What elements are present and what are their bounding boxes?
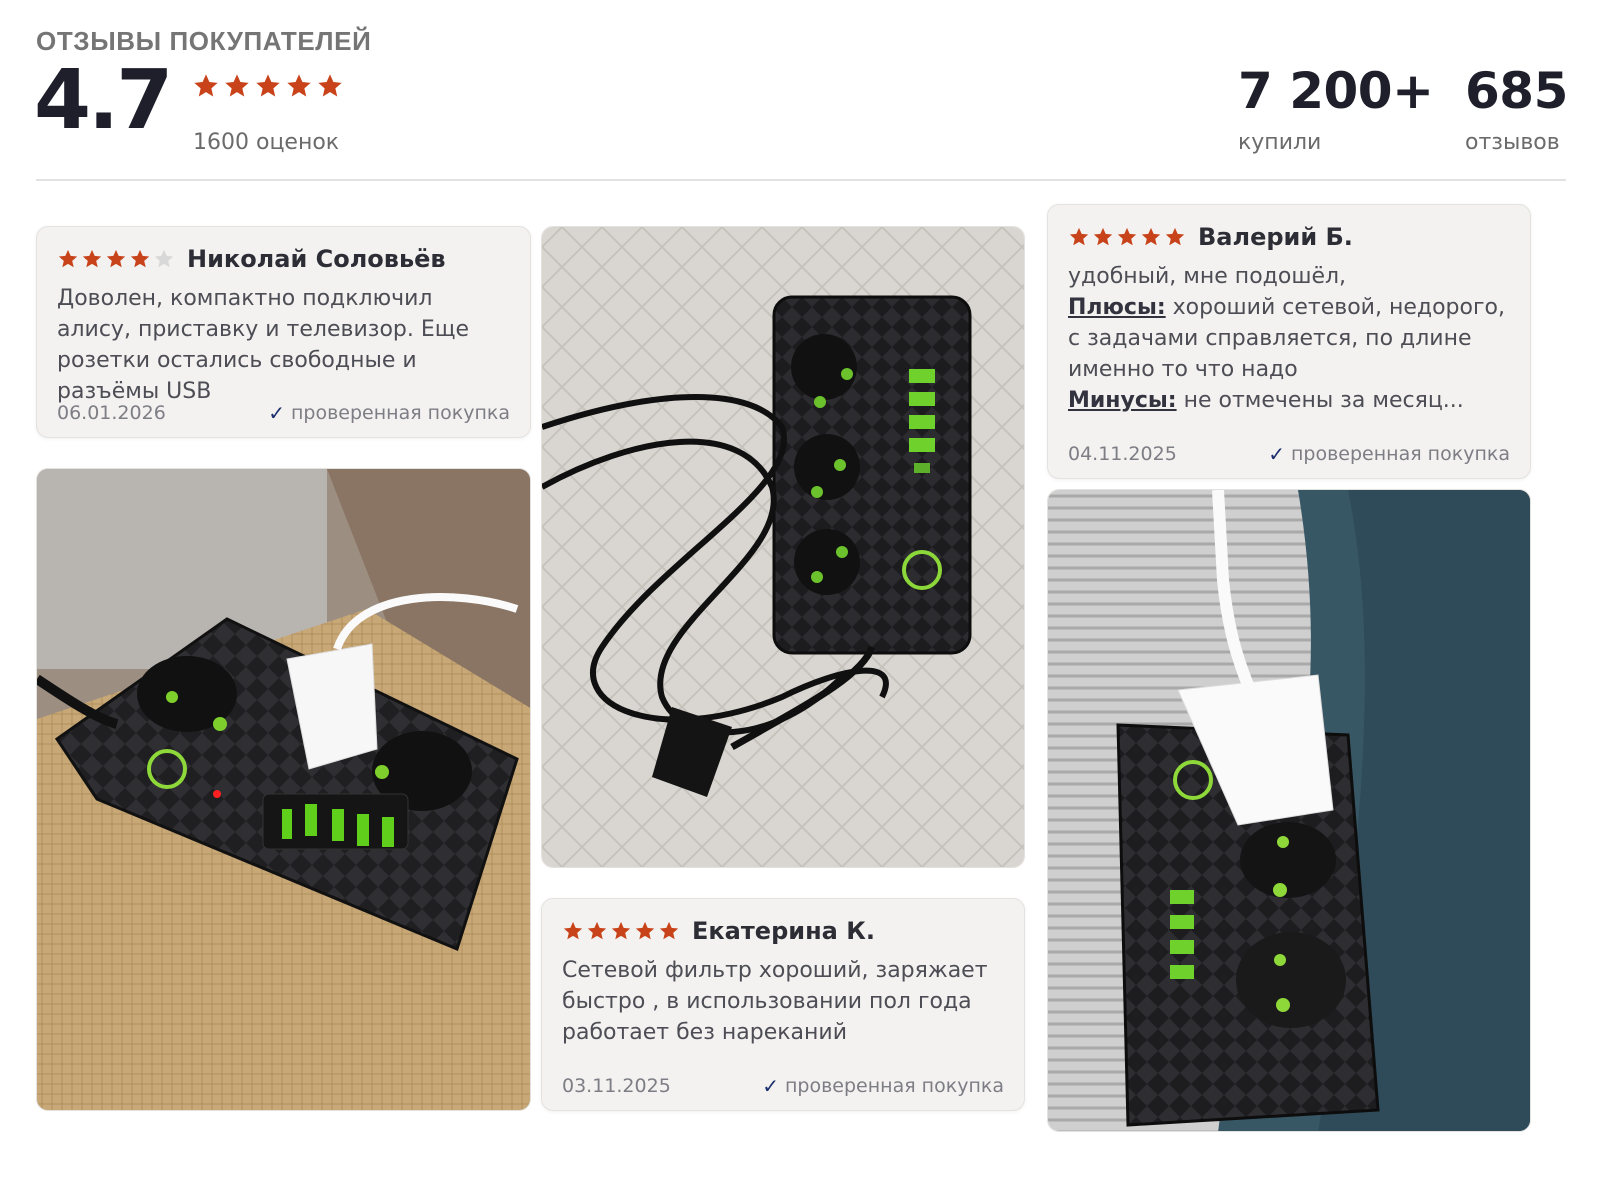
bought-value: 7 200+ — [1238, 62, 1434, 120]
reviews-label: отзывов — [1465, 130, 1560, 155]
average-rating: 4.7 — [34, 53, 173, 148]
review-header: Екатерина К. — [562, 917, 875, 945]
cons-label: Минусы: — [1068, 388, 1177, 413]
review-text: Сетевой фильтр хороший, заряжает быстро … — [562, 958, 988, 1045]
star-filled-icon — [563, 921, 583, 940]
star-icon — [318, 74, 342, 97]
cons-text: не отмечены за месяц... — [1176, 388, 1464, 413]
power-strip-photo-3-icon — [1048, 490, 1530, 1131]
header-divider — [36, 179, 1566, 181]
review-text: Доволен, компактно подключил алису, прис… — [57, 286, 470, 404]
review-photo-2[interactable] — [541, 226, 1025, 868]
reviewer-name: Валерий Б. — [1198, 223, 1353, 251]
check-icon: ✓ — [268, 401, 285, 425]
bought-stat: 7 200+ купили — [1238, 62, 1434, 155]
ratings-count[interactable]: 1600 оценок — [193, 130, 339, 155]
verified-label: проверенная покупка — [290, 402, 510, 424]
review-card-ekaterina[interactable]: Екатерина К. Сетевой фильтр хороший, зар… — [541, 898, 1025, 1111]
verified-purchase: ✓ проверенная покупка — [762, 1074, 1004, 1098]
star-filled-icon — [82, 249, 102, 268]
star-filled-icon — [1117, 227, 1137, 246]
review-date: 03.11.2025 — [562, 1075, 671, 1097]
review-text: удобный, мне подошёл, Плюсы: хороший сет… — [1068, 261, 1512, 416]
check-icon: ✓ — [1268, 442, 1285, 466]
pros-label: Плюсы: — [1068, 295, 1166, 320]
star-filled-icon — [106, 249, 126, 268]
star-filled-icon — [130, 249, 150, 268]
bought-label: купили — [1238, 130, 1322, 155]
star-filled-icon — [1069, 227, 1089, 246]
star-empty-icon — [154, 249, 174, 268]
reviews-stat[interactable]: 685 отзывов — [1465, 66, 1568, 155]
reviewer-name: Екатерина К. — [692, 917, 875, 945]
star-filled-icon — [659, 921, 679, 940]
review-card-valeriy[interactable]: Валерий Б. удобный, мне подошёл, Плюсы: … — [1047, 204, 1531, 479]
review-date: 04.11.2025 — [1068, 443, 1177, 465]
review-card-nikolay[interactable]: Николай Соловьёв Доволен, компактно подк… — [36, 226, 531, 438]
star-filled-icon — [587, 921, 607, 940]
star-filled-icon — [58, 249, 78, 268]
review-header: Николай Соловьёв — [57, 245, 446, 273]
star-icon — [194, 74, 218, 97]
reviewer-name: Николай Соловьёв — [187, 245, 446, 273]
star-icon — [256, 74, 280, 97]
review-photo-1[interactable] — [36, 468, 531, 1111]
review-intro: удобный, мне подошёл, — [1068, 264, 1347, 289]
reviews-value: 685 — [1465, 62, 1568, 120]
rating-stars — [192, 72, 344, 100]
verified-purchase: ✓ проверенная покупка — [268, 401, 510, 425]
check-icon: ✓ — [762, 1074, 779, 1098]
star-icon — [287, 74, 311, 97]
power-strip-photo-2-icon — [542, 227, 1024, 867]
power-strip-photo-1-icon — [37, 469, 530, 1110]
verified-purchase: ✓ проверенная покупка — [1268, 442, 1510, 466]
star-filled-icon — [1093, 227, 1113, 246]
review-date: 06.01.2026 — [57, 402, 166, 424]
verified-label: проверенная покупка — [784, 1075, 1004, 1097]
star-filled-icon — [635, 921, 655, 940]
star-icon — [225, 74, 249, 97]
review-photo-3[interactable] — [1047, 489, 1531, 1132]
review-header: Валерий Б. — [1068, 223, 1353, 251]
review-stars — [1068, 226, 1186, 248]
verified-label: проверенная покупка — [1290, 443, 1510, 465]
star-filled-icon — [611, 921, 631, 940]
star-filled-icon — [1141, 227, 1161, 246]
star-filled-icon — [1165, 227, 1185, 246]
review-stars — [57, 248, 175, 270]
review-stars — [562, 920, 680, 942]
